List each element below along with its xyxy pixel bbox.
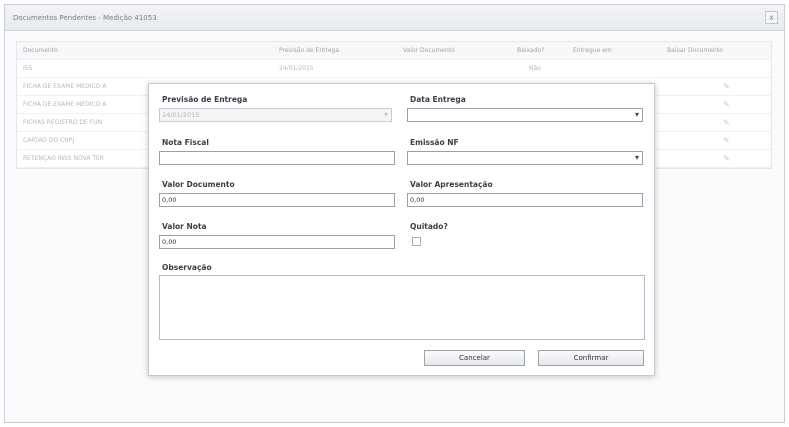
observacao-textarea[interactable] xyxy=(159,275,645,340)
column-header-entregue[interactable]: Entregue em xyxy=(573,47,663,54)
pencil-icon[interactable]: ✎ xyxy=(723,82,730,91)
emissao-nf-label: Emissão NF xyxy=(410,138,459,147)
nota-fiscal-label: Nota Fiscal xyxy=(162,138,209,147)
pencil-icon[interactable]: ✎ xyxy=(723,136,730,145)
nota-fiscal-input[interactable] xyxy=(159,151,395,165)
previsao-label: Previsão de Entrega xyxy=(162,95,248,104)
valor-nota-input[interactable]: 0,00 xyxy=(159,235,395,249)
table-row[interactable]: ISS 24/01/2015 Não xyxy=(17,60,771,78)
pencil-icon[interactable]: ✎ xyxy=(723,118,730,127)
valor-documento-input[interactable]: 0,00 xyxy=(159,193,395,207)
observacao-label: Observação xyxy=(162,263,212,272)
column-header-valor[interactable]: Valor Documento xyxy=(403,47,513,54)
cell-baixado: Não xyxy=(529,65,541,72)
close-button[interactable]: x xyxy=(765,11,778,24)
title-bar: Documentos Pendentes - Medição 41053 x xyxy=(5,5,784,31)
column-header-previsao[interactable]: Previsão de Entrega xyxy=(279,47,399,54)
emissao-nf-select[interactable] xyxy=(407,151,643,165)
column-header-baixar[interactable]: Baixar Documento xyxy=(667,47,771,54)
window-title: Documentos Pendentes - Medição 41053 xyxy=(13,14,157,22)
quitado-label: Quitado? xyxy=(410,222,448,231)
data-entrega-label: Data Entrega xyxy=(410,95,466,104)
valor-apresentacao-label: Valor Apresentação xyxy=(410,180,493,189)
column-header-documento[interactable]: Documento xyxy=(23,47,273,54)
cell-previsao: 24/01/2015 xyxy=(279,65,314,72)
previsao-field: 24/01/2015 xyxy=(159,108,392,122)
column-header-baixado[interactable]: Baixado? xyxy=(517,47,567,54)
edit-document-dialog: Previsão de Entrega 24/01/2015 Data Entr… xyxy=(148,83,655,376)
data-entrega-select[interactable] xyxy=(407,108,643,122)
pencil-icon[interactable]: ✎ xyxy=(723,154,730,163)
cell-documento: ISS xyxy=(23,65,33,72)
quitado-checkbox[interactable] xyxy=(412,237,421,246)
valor-documento-label: Valor Documento xyxy=(162,180,235,189)
pencil-icon[interactable]: ✎ xyxy=(723,100,730,109)
valor-apresentacao-input[interactable]: 0,00 xyxy=(407,193,643,207)
cancel-button[interactable]: Cancelar xyxy=(424,350,525,366)
valor-nota-label: Valor Nota xyxy=(162,222,207,231)
confirm-button[interactable]: Confirmar xyxy=(538,350,644,366)
table-header: Documento Previsão de Entrega Valor Docu… xyxy=(17,42,771,60)
